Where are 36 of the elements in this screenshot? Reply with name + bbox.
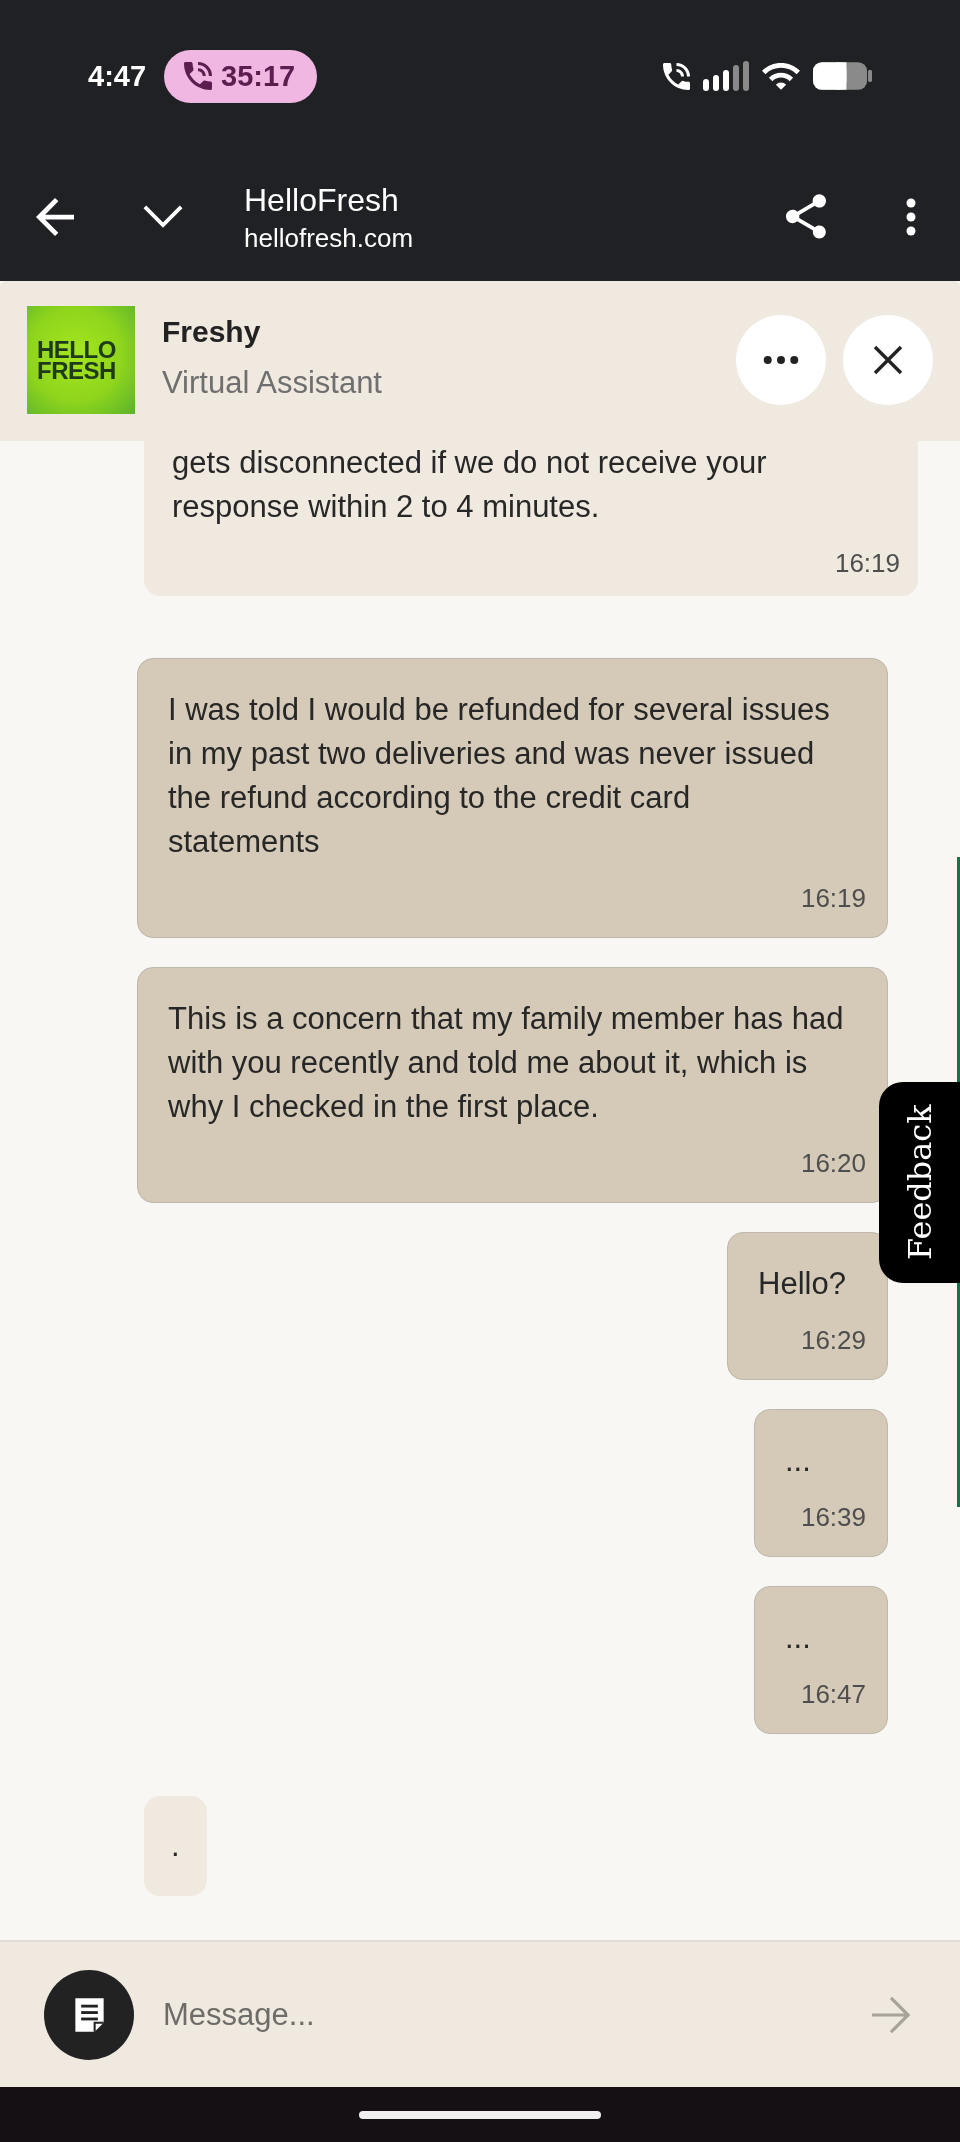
wifi-icon	[762, 62, 800, 90]
message-time: 16:20	[800, 1147, 866, 1180]
battery-icon	[813, 61, 872, 91]
message-time: 16:19	[834, 547, 900, 580]
assistant-name: Freshy	[162, 314, 262, 350]
feedback-tab[interactable]: Feedback	[879, 1082, 960, 1283]
message-text: This is a concern that my family member has had with you recently and told me about it, which is why I checked in the first place.	[168, 1000, 845, 1126]
signal-icon	[703, 61, 749, 91]
page-url: hellofresh.com	[244, 221, 414, 254]
horizontal-dots-icon	[763, 355, 799, 365]
page-title: HelloFresh	[244, 180, 400, 220]
message-text: ...	[785, 1442, 812, 1480]
message-text: .	[171, 1827, 180, 1865]
home-indicator[interactable]	[359, 2110, 601, 2119]
message-text: ...	[785, 1619, 812, 1657]
message-time: 16:39	[800, 1501, 866, 1534]
message-text: gets disconnected if we do not receive your response within 2 to 4 minutes.	[172, 444, 768, 526]
message-time: 16:29	[800, 1324, 866, 1357]
message-time: 16:47	[800, 1678, 866, 1711]
message-input[interactable]: Message...	[163, 1984, 850, 2045]
status-time: 4:47	[88, 59, 147, 93]
message-text: Hello?	[758, 1265, 846, 1303]
chevron-down-icon[interactable]	[142, 204, 184, 229]
vertical-dots-icon[interactable]	[906, 197, 916, 236]
phone-icon	[184, 62, 213, 90]
message-text: I was told I would be refunded for several issues in my past two deliveries and was never issued the refund according to the credit card statements	[168, 691, 831, 861]
message-time: 16:19	[800, 882, 866, 915]
share-icon[interactable]	[786, 194, 826, 239]
close-icon	[873, 345, 903, 375]
message-composer[interactable]: Message...	[0, 1940, 960, 2087]
call-timer-chip[interactable]: 35:17	[164, 49, 318, 103]
left-arrow-icon[interactable]	[36, 197, 74, 236]
brand-logo: HELLO FRESH	[27, 306, 135, 414]
assistant-subtitle: Virtual Assistant	[162, 364, 382, 402]
document-icon	[73, 1996, 105, 2033]
phone-icon	[663, 62, 690, 90]
